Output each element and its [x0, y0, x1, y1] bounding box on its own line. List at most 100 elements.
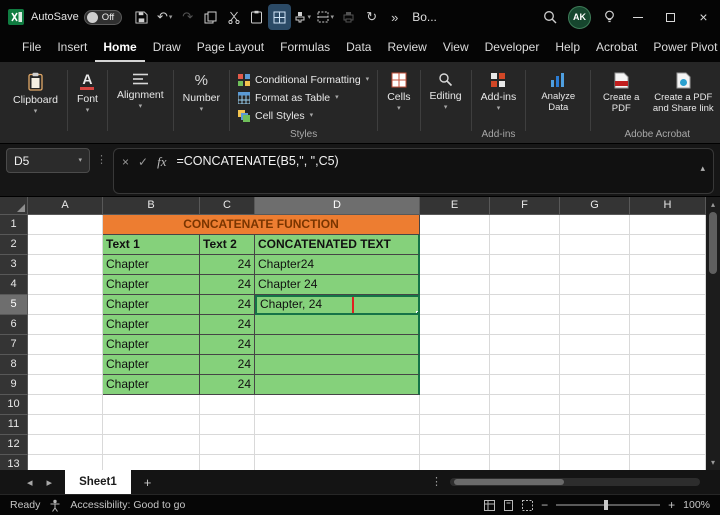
tabs-scroll-left-button[interactable]: ◂ — [20, 476, 40, 489]
cell-b2[interactable]: Text 1 — [103, 235, 200, 255]
cell[interactable] — [490, 355, 560, 375]
cell[interactable] — [630, 375, 706, 395]
row-header-5[interactable]: 5 — [0, 295, 28, 315]
tab-options-button[interactable]: ⋮ — [431, 475, 442, 488]
cell[interactable] — [560, 375, 630, 395]
col-header-f[interactable]: F — [490, 197, 560, 215]
cell[interactable] — [490, 235, 560, 255]
tab-help[interactable]: Help — [547, 34, 588, 62]
tab-file[interactable]: File — [14, 34, 49, 62]
col-header-b[interactable]: B — [103, 197, 200, 215]
cell[interactable] — [490, 315, 560, 335]
cell[interactable] — [630, 235, 706, 255]
zoom-out-button[interactable]: − — [541, 498, 548, 512]
cell[interactable] — [560, 435, 630, 455]
page-layout-view-button[interactable] — [503, 499, 514, 511]
cell-b8[interactable]: Chapter — [103, 355, 200, 375]
cell-c9[interactable]: 24 — [200, 375, 255, 395]
format-as-table-button[interactable]: Format as Table ▾ — [234, 89, 373, 107]
sheet-tab-sheet1[interactable]: Sheet1 — [65, 470, 131, 494]
cell[interactable] — [255, 455, 420, 470]
new-sheet-button[interactable]: + — [131, 475, 165, 490]
quick-access-overflow-button[interactable]: » — [383, 4, 406, 30]
cell[interactable] — [28, 355, 103, 375]
save-button[interactable] — [130, 4, 153, 30]
paste-button[interactable] — [245, 4, 268, 30]
cell[interactable] — [420, 395, 490, 415]
conditional-formatting-button[interactable]: Conditional Formatting ▾ — [234, 71, 373, 89]
cell-c6[interactable]: 24 — [200, 315, 255, 335]
col-header-d[interactable]: D — [255, 197, 420, 215]
cell[interactable] — [200, 415, 255, 435]
cell[interactable] — [28, 275, 103, 295]
vertical-scroll-thumb[interactable] — [709, 212, 717, 274]
fill-handle[interactable] — [416, 311, 418, 313]
name-box[interactable]: D5 ▾ — [6, 148, 90, 173]
col-header-g[interactable]: G — [560, 197, 630, 215]
cell-c2[interactable]: Text 2 — [200, 235, 255, 255]
create-pdf-button[interactable]: Create a PDF — [595, 66, 647, 114]
tab-data[interactable]: Data — [338, 34, 379, 62]
cell-c3[interactable]: 24 — [200, 255, 255, 275]
cell-d6[interactable] — [255, 315, 420, 335]
enter-icon[interactable]: ✓ — [138, 155, 148, 169]
insert-function-icon[interactable]: fx — [157, 154, 166, 170]
sync-button[interactable]: ↻ — [360, 4, 383, 30]
formula-bar-handle[interactable]: ⋮ — [96, 153, 107, 166]
cell[interactable] — [560, 335, 630, 355]
col-header-e[interactable]: E — [420, 197, 490, 215]
cell-d9[interactable] — [255, 375, 420, 395]
maximize-button[interactable] — [654, 0, 687, 34]
cell[interactable] — [420, 455, 490, 470]
tab-developer[interactable]: Developer — [477, 34, 548, 62]
zoom-slider[interactable] — [556, 500, 661, 510]
redo-button[interactable]: ↷ — [176, 4, 199, 30]
cell[interactable] — [490, 375, 560, 395]
cell[interactable] — [490, 295, 560, 315]
zoom-level[interactable]: 100% — [683, 499, 710, 511]
cell[interactable] — [630, 335, 706, 355]
undo-button[interactable]: ↶ ▾ — [153, 4, 176, 30]
cell-d3[interactable]: Chapter24 — [255, 255, 420, 275]
cell[interactable] — [420, 215, 490, 235]
cell[interactable] — [420, 255, 490, 275]
cell[interactable] — [490, 455, 560, 470]
tab-formulas[interactable]: Formulas — [272, 34, 338, 62]
row-header-7[interactable]: 7 — [0, 335, 28, 355]
cell-d8[interactable] — [255, 355, 420, 375]
collapse-formula-bar-icon[interactable]: ▴ — [700, 163, 705, 174]
cell-b6[interactable]: Chapter — [103, 315, 200, 335]
formula-input-area[interactable]: × ✓ fx =CONCATENATE(B5,", ",C5) ▴ — [113, 148, 714, 194]
tab-acrobat[interactable]: Acrobat — [588, 34, 645, 62]
scroll-down-button[interactable]: ▾ — [711, 458, 715, 467]
cell[interactable] — [28, 215, 103, 235]
normal-view-button[interactable] — [484, 499, 496, 511]
row-header-2[interactable]: 2 — [0, 235, 28, 255]
autosave-toggle[interactable]: AutoSave Off — [31, 9, 123, 25]
cells-group-button[interactable]: Cells ▾ — [382, 66, 415, 141]
cell[interactable] — [630, 415, 706, 435]
cell[interactable] — [560, 395, 630, 415]
cell-c5[interactable]: 24 — [200, 295, 255, 315]
cell[interactable] — [420, 235, 490, 255]
search-button[interactable] — [538, 4, 561, 30]
tabs-scroll-right-button[interactable]: ▸ — [40, 476, 60, 489]
tab-draw[interactable]: Draw — [145, 34, 189, 62]
cell[interactable] — [420, 435, 490, 455]
cell[interactable] — [255, 435, 420, 455]
row-header-1[interactable]: 1 — [0, 215, 28, 235]
cell[interactable] — [630, 455, 706, 470]
borders-button[interactable]: ▾ — [314, 4, 337, 30]
row-header-6[interactable]: 6 — [0, 315, 28, 335]
tab-home[interactable]: Home — [95, 34, 145, 62]
cell[interactable] — [200, 455, 255, 470]
lightbulb-button[interactable] — [598, 4, 621, 30]
addins-button[interactable]: Add-ins ▾ — [476, 66, 522, 112]
document-title[interactable]: Bo... — [412, 10, 437, 24]
cell[interactable] — [560, 275, 630, 295]
cell[interactable] — [28, 335, 103, 355]
cell-c4[interactable]: 24 — [200, 275, 255, 295]
cell[interactable] — [630, 275, 706, 295]
tab-view[interactable]: View — [435, 34, 477, 62]
cell[interactable] — [420, 275, 490, 295]
